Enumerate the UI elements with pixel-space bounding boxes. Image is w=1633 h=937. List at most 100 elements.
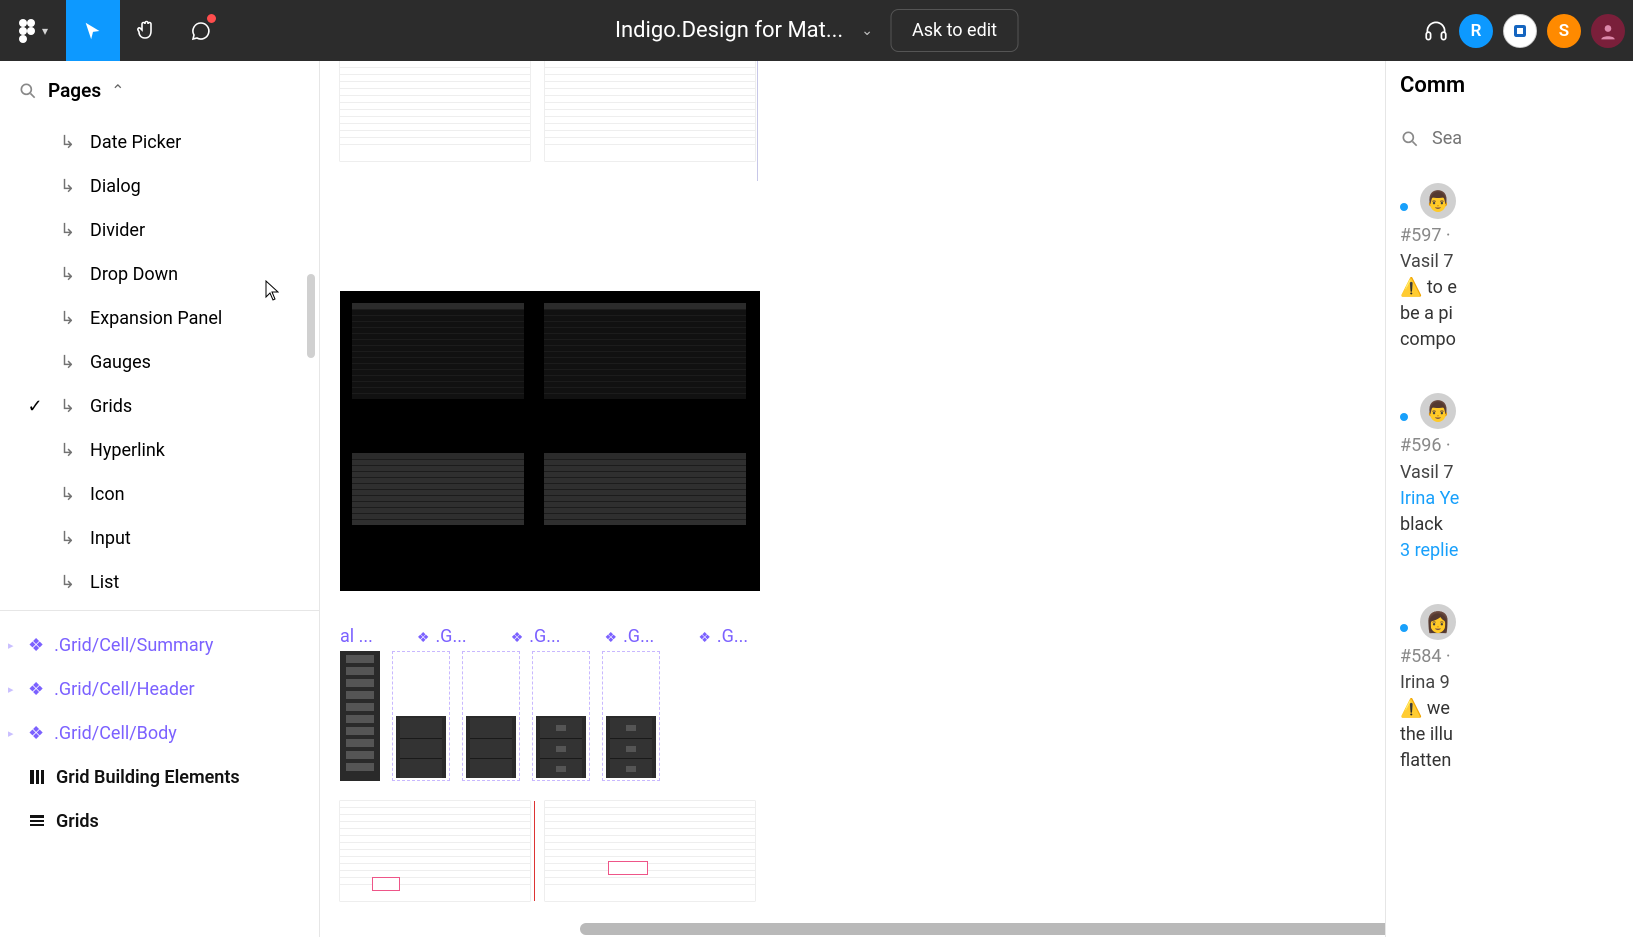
pages-label[interactable]: Pages [48, 79, 101, 102]
comment-text: compo [1400, 327, 1457, 353]
avatar[interactable] [1503, 14, 1537, 48]
comment-tool-button[interactable] [174, 0, 228, 61]
comment-mention[interactable]: Irina Ye [1400, 486, 1459, 512]
page-item-drop-down[interactable]: ↳Drop Down [0, 252, 319, 296]
avatar[interactable]: R [1459, 14, 1493, 48]
avatar[interactable] [1591, 14, 1625, 48]
main-menu-button[interactable]: ▾ [0, 0, 66, 61]
ask-to-edit-button[interactable]: Ask to edit [891, 9, 1018, 52]
avatar[interactable]: 👨 [1420, 393, 1456, 429]
comment-text: black [1400, 512, 1459, 538]
component-frame[interactable] [392, 651, 450, 781]
layer-row[interactable]: Grids [0, 799, 319, 843]
unread-dot-icon [1400, 624, 1408, 632]
component-frame[interactable] [462, 651, 520, 781]
page-label: Gauges [90, 352, 151, 373]
subpage-arrow-icon: ↳ [60, 440, 76, 461]
scrollbar-thumb[interactable] [307, 274, 315, 358]
scrollbar-horizontal[interactable] [580, 923, 1385, 935]
expand-triangle-icon[interactable]: ▸ [8, 683, 18, 696]
comment-card[interactable]: 👨#597 ·Vasil 7⚠️ to ebe a picompo [1400, 183, 1633, 353]
comment-author: Vasil 7 [1400, 460, 1459, 486]
page-item-list[interactable]: ↳List [0, 560, 319, 604]
page-item-expansion-panel[interactable]: ↳Expansion Panel [0, 296, 319, 340]
component-thumbs-row [340, 651, 660, 781]
comments-search-input[interactable] [1432, 128, 1492, 149]
page-item-hyperlink[interactable]: ↳Hyperlink [0, 428, 319, 472]
layer-label: .Grid/Cell/Summary [54, 635, 213, 656]
avatar-badge-icon [1511, 22, 1529, 40]
collaborators-cluster: R S [1423, 14, 1633, 48]
canvas-artboard[interactable] [340, 61, 530, 161]
comment-author: Vasil 7 [1400, 249, 1457, 275]
page-label: Date Picker [90, 132, 181, 153]
canvas[interactable]: al ... ❖.G... ❖.G... ❖.G... ❖.G... [320, 61, 1385, 937]
chevron-down-icon[interactable]: ⌄ [861, 23, 873, 39]
subpage-arrow-icon: ↳ [60, 572, 76, 593]
page-item-dialog[interactable]: ↳Dialog [0, 164, 319, 208]
search-icon[interactable] [1400, 129, 1420, 149]
canvas-artboard[interactable] [340, 291, 760, 591]
layer-row[interactable]: ▸❖.Grid/Cell/Summary [0, 623, 319, 667]
component-frame[interactable] [340, 651, 380, 781]
guide-vertical [757, 61, 758, 181]
avatar[interactable]: 👩 [1420, 604, 1456, 640]
page-item-gauges[interactable]: ↳ Gauges [0, 340, 319, 384]
comment-text: the illu [1400, 722, 1456, 748]
expand-triangle-icon[interactable]: ▸ [8, 639, 18, 652]
hand-icon [135, 19, 159, 43]
page-item-divider[interactable]: ↳Divider [0, 208, 319, 252]
selection-box [608, 861, 648, 875]
subpage-arrow-icon: ↳ [60, 352, 76, 373]
canvas-artboard[interactable] [340, 801, 530, 901]
canvas-artboard[interactable] [545, 801, 755, 901]
frame-label[interactable]: ❖.G... [698, 626, 748, 647]
comment-id: #597 · [1400, 223, 1457, 249]
comment-replies-link[interactable]: 3 replie [1400, 538, 1459, 564]
comments-panel-title: Comm [1400, 73, 1633, 98]
check-icon: ✓ [24, 396, 46, 417]
page-item-icon[interactable]: ↳Icon [0, 472, 319, 516]
page-item-date-picker[interactable]: ↳ Date Picker [0, 120, 319, 164]
chevron-up-icon[interactable]: ⌃ [111, 81, 124, 100]
frame-label[interactable]: ❖.G... [605, 626, 655, 647]
component-frame[interactable] [532, 651, 590, 781]
layer-row[interactable]: ▸❖.Grid/Cell/Header [0, 667, 319, 711]
figma-logo-icon [18, 18, 36, 44]
frame-label[interactable]: ❖.G... [417, 626, 467, 647]
avatar[interactable]: S [1547, 14, 1581, 48]
comment-card[interactable]: 👨#596 ·Vasil 7Irina Yeblack3 replie [1400, 393, 1633, 563]
page-item-grids[interactable]: ✓ ↳ Grids [0, 384, 319, 428]
subpage-arrow-icon: ↳ [60, 396, 76, 417]
comment-id: #584 · [1400, 644, 1456, 670]
notification-dot-icon [207, 14, 216, 23]
comment-card[interactable]: 👩#584 ·Irina 9⚠️ wethe illuflatten [1400, 604, 1633, 774]
canvas-artboard[interactable] [545, 61, 755, 161]
component-icon: ❖ [511, 630, 524, 646]
component-frame[interactable] [602, 651, 660, 781]
top-toolbar: ▾ Indigo.Design for Mat... ⌄ Ask to edit… [0, 0, 1633, 61]
headphones-icon[interactable] [1423, 18, 1449, 44]
subpage-arrow-icon: ↳ [60, 132, 76, 153]
document-title[interactable]: Indigo.Design for Mat... [615, 18, 843, 43]
document-title-group: Indigo.Design for Mat... ⌄ Ask to edit [615, 9, 1018, 52]
page-label: Grids [90, 396, 132, 417]
search-icon[interactable] [18, 81, 38, 101]
layer-row[interactable]: ▸❖.Grid/Cell/Body [0, 711, 319, 755]
component-labels-row: al ... ❖.G... ❖.G... ❖.G... ❖.G... [340, 626, 748, 647]
avatar[interactable]: 👨 [1420, 183, 1456, 219]
comment-text: ⚠️ we [1400, 696, 1456, 722]
frame-label[interactable]: al ... [340, 626, 373, 647]
pages-header: Pages ⌃ [0, 61, 319, 114]
pages-list: ↳ Date Picker ↳Dialog↳Divider↳Drop Down↳Ex… [0, 114, 319, 610]
expand-triangle-icon[interactable]: ▸ [8, 727, 18, 740]
frame-label[interactable]: ❖.G... [511, 626, 561, 647]
chevron-down-icon: ▾ [42, 24, 48, 38]
frame-icon [28, 768, 46, 786]
move-tool-button[interactable] [66, 0, 120, 61]
component-icon: ❖ [28, 679, 44, 700]
page-item-input[interactable]: ↳Input [0, 516, 319, 560]
hand-tool-button[interactable] [120, 0, 174, 61]
layer-row[interactable]: Grid Building Elements [0, 755, 319, 799]
page-label: Icon [90, 484, 125, 505]
